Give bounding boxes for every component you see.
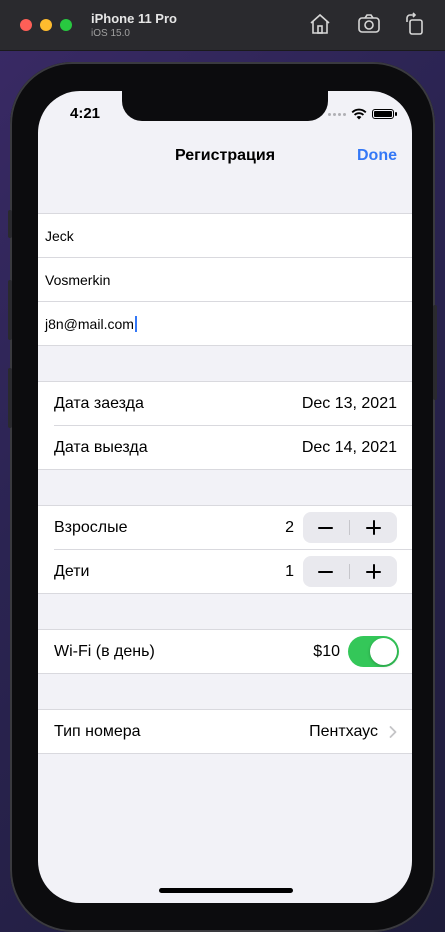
- adults-count: 2: [285, 519, 294, 536]
- page-title: Регистрация: [174, 147, 276, 164]
- check-in-value[interactable]: Dec 13, 2021: [302, 395, 397, 413]
- screenshot-icon[interactable]: [357, 12, 381, 36]
- status-icons: [328, 107, 397, 121]
- email-row: j8n@mail.com: [38, 302, 412, 346]
- text-cursor: [134, 316, 137, 332]
- adults-plus-button[interactable]: [351, 512, 397, 543]
- check-out-row[interactable]: Дата выезда Dec 14, 2021: [38, 426, 412, 470]
- guest-info-section: Jeck Vosmerkin j8n@mail.com: [38, 213, 412, 346]
- room-type-value: Пентхаус: [309, 723, 378, 740]
- check-in-label: Дата заезда: [54, 395, 144, 412]
- room-type-label: Тип номера: [54, 723, 141, 740]
- volume-up-button: [8, 280, 12, 340]
- wifi-section: Wi-Fi (в день) $10: [38, 629, 412, 674]
- children-stepper[interactable]: [303, 556, 397, 587]
- device-screen: 4:21 Регистрация Done Jeck Vosmerkin j8n…: [38, 91, 412, 903]
- home-icon[interactable]: [308, 12, 332, 36]
- adults-minus-button[interactable]: [303, 512, 349, 543]
- power-button: [433, 305, 437, 400]
- rotate-icon[interactable]: [403, 12, 427, 36]
- guests-count-section: Взрослые 2 Дети 1: [38, 505, 412, 594]
- last-name-row: Vosmerkin: [38, 258, 412, 302]
- first-name-field[interactable]: Jeck: [45, 228, 74, 244]
- children-plus-button[interactable]: [351, 556, 397, 587]
- children-count: 1: [285, 563, 294, 580]
- children-label: Дети: [54, 563, 90, 580]
- simulator-title-bar: iPhone 11 Pro iOS 15.0: [0, 0, 445, 51]
- wifi-toggle[interactable]: [348, 636, 399, 667]
- email-field-wrap[interactable]: j8n@mail.com: [45, 316, 137, 332]
- done-button[interactable]: Done: [357, 147, 397, 165]
- children-row: Дети 1: [38, 550, 412, 594]
- adults-label: Взрослые: [54, 519, 128, 536]
- first-name-row: Jeck: [38, 214, 412, 258]
- last-name-field[interactable]: Vosmerkin: [45, 272, 110, 288]
- wifi-row: Wi-Fi (в день) $10: [38, 630, 412, 674]
- check-out-label: Дата выезда: [54, 439, 148, 456]
- minimize-window-button[interactable]: [40, 19, 52, 31]
- status-time: 4:21: [70, 105, 101, 122]
- simulator-device-name: iPhone 11 Pro: [91, 11, 177, 26]
- wifi-price: $10: [313, 643, 340, 660]
- volume-down-button: [8, 368, 12, 428]
- dates-section: Дата заезда Dec 13, 2021 Дата выезда Dec…: [38, 381, 412, 470]
- navigation-bar: Регистрация Done: [38, 139, 412, 179]
- wifi-icon: [351, 108, 367, 120]
- mute-switch: [8, 210, 12, 238]
- battery-icon: [372, 109, 397, 119]
- close-window-button[interactable]: [20, 19, 32, 31]
- cellular-signal-icon: [328, 112, 346, 116]
- adults-row: Взрослые 2: [38, 506, 412, 550]
- check-out-value[interactable]: Dec 14, 2021: [302, 439, 397, 457]
- wifi-label: Wi-Fi (в день): [54, 643, 155, 660]
- zoom-window-button[interactable]: [60, 19, 72, 31]
- room-type-row[interactable]: Тип номера Пентхаус: [38, 710, 412, 754]
- home-indicator[interactable]: [159, 888, 293, 893]
- check-in-row[interactable]: Дата заезда Dec 13, 2021: [38, 382, 412, 426]
- children-minus-button[interactable]: [303, 556, 349, 587]
- chevron-right-icon: [389, 726, 397, 738]
- email-field[interactable]: j8n@mail.com: [45, 316, 134, 332]
- room-type-section: Тип номера Пентхаус: [38, 709, 412, 754]
- adults-stepper[interactable]: [303, 512, 397, 543]
- simulator-os-version: iOS 15.0: [91, 28, 130, 39]
- notch: [122, 91, 328, 121]
